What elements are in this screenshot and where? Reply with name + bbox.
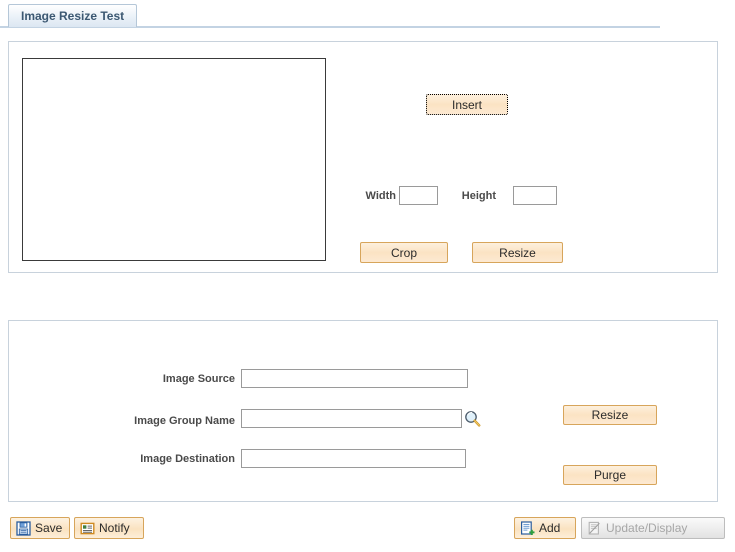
insert-button[interactable]: Insert [426,94,508,115]
notify-button-label: Notify [99,520,130,535]
resize-image-button[interactable]: Resize [472,242,563,263]
notify-memo-icon [80,521,95,536]
crop-button[interactable]: Crop [360,242,448,263]
image-source-label: Image Source [162,373,235,385]
resize-button[interactable]: Resize [563,405,657,425]
tab-image-resize-test[interactable]: Image Resize Test [8,4,138,27]
add-button[interactable]: Add [514,517,576,539]
update-display-button: Update/Display [581,517,725,539]
image-source-input[interactable] [241,369,468,388]
image-destination-label: Image Destination [140,453,235,465]
tab-bar: Image Resize Test [0,0,735,28]
width-label: Width [365,190,396,202]
height-label: Height [461,190,496,202]
image-preview-area[interactable] [22,58,326,261]
save-button[interactable]: Save [10,517,70,539]
document-plus-icon [520,520,535,536]
save-button-label: Save [35,520,63,535]
height-input[interactable] [513,186,557,205]
image-group-name-label: Image Group Name [134,415,235,427]
add-button-label: Add [539,520,561,535]
magnifier-lookup-icon[interactable] [464,410,481,427]
notify-button[interactable]: Notify [74,517,144,539]
update-display-button-label: Update/Display [606,520,688,535]
purge-button[interactable]: Purge [563,465,657,485]
image-group-name-input[interactable] [241,409,462,428]
floppy-disk-icon [16,520,31,536]
image-destination-input[interactable] [241,449,466,468]
width-input[interactable] [399,186,438,205]
update-display-icon [587,521,602,536]
